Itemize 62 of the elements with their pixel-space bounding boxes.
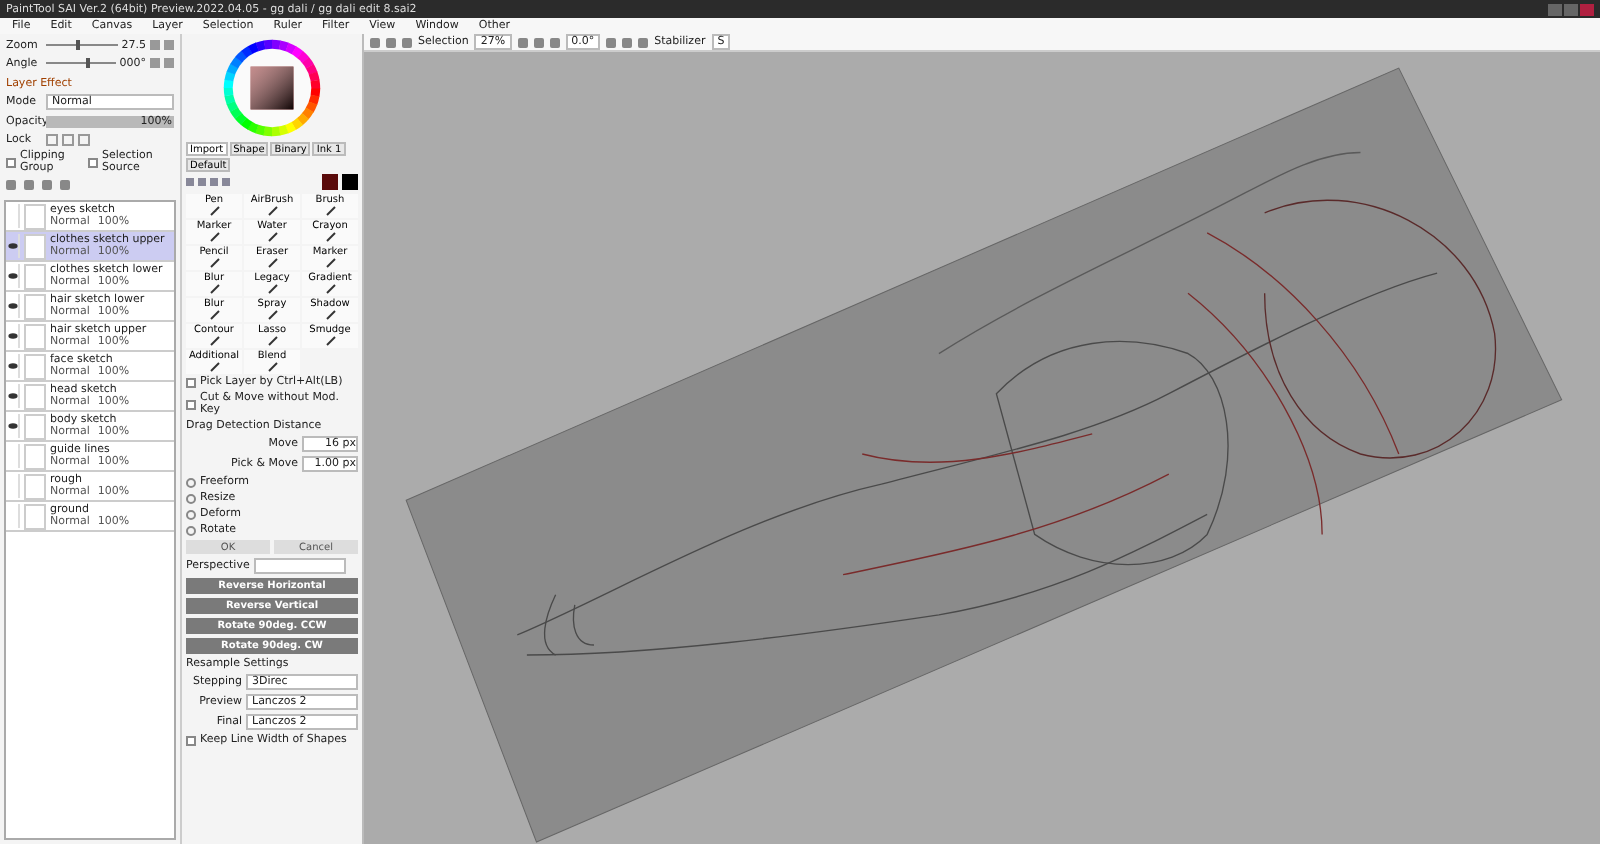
color-swatch[interactable] bbox=[322, 174, 338, 190]
checkbox[interactable] bbox=[186, 399, 196, 409]
layer-thumbnail bbox=[24, 353, 46, 379]
pen-icon bbox=[325, 206, 335, 216]
color-swatch[interactable] bbox=[342, 174, 358, 190]
visibility-toggle[interactable] bbox=[6, 294, 20, 318]
visibility-toggle[interactable] bbox=[6, 324, 20, 348]
pen-icon bbox=[325, 310, 335, 320]
eye-icon bbox=[7, 392, 17, 400]
layer-thumbnail bbox=[24, 443, 46, 469]
layer-thumbnail bbox=[24, 413, 46, 439]
close-button[interactable] bbox=[1580, 3, 1594, 15]
checkbox[interactable] bbox=[186, 377, 196, 387]
eye-icon bbox=[7, 302, 17, 310]
layer-thumbnail bbox=[24, 473, 46, 499]
slider-thumb[interactable] bbox=[85, 58, 90, 68]
radio-button[interactable] bbox=[186, 477, 196, 487]
layer-thumbnail bbox=[24, 293, 46, 319]
color-wheel[interactable] bbox=[222, 38, 322, 138]
checkbox[interactable] bbox=[186, 735, 196, 745]
visibility-toggle[interactable] bbox=[6, 264, 20, 288]
pen-icon bbox=[267, 310, 277, 320]
eye-icon bbox=[7, 362, 17, 370]
checkbox[interactable] bbox=[6, 157, 16, 167]
layer-thumbnail bbox=[24, 323, 46, 349]
radio-button[interactable] bbox=[186, 493, 196, 503]
pen-icon bbox=[209, 284, 219, 294]
pen-icon bbox=[209, 310, 219, 320]
pen-icon bbox=[325, 336, 335, 346]
eye-icon bbox=[7, 272, 17, 280]
pen-icon bbox=[267, 284, 277, 294]
pen-icon bbox=[267, 206, 277, 216]
visibility-toggle[interactable] bbox=[6, 234, 20, 258]
layer-thumbnail bbox=[24, 503, 46, 529]
eye-icon bbox=[7, 422, 17, 430]
pen-icon bbox=[267, 362, 277, 372]
layer-thumbnail bbox=[24, 233, 46, 259]
pen-icon bbox=[267, 336, 277, 346]
radio-button[interactable] bbox=[186, 525, 196, 535]
visibility-toggle[interactable] bbox=[6, 384, 20, 408]
slider-thumb[interactable] bbox=[76, 40, 81, 50]
layer-thumbnail bbox=[24, 383, 46, 409]
pen-icon bbox=[267, 258, 277, 268]
perspective-dropdown[interactable] bbox=[253, 558, 346, 574]
visibility-toggle[interactable] bbox=[6, 354, 20, 378]
visibility-toggle[interactable] bbox=[6, 414, 20, 438]
eye-icon bbox=[7, 332, 17, 340]
pen-icon bbox=[209, 232, 219, 242]
checkbox[interactable] bbox=[88, 157, 98, 167]
layer-thumbnail bbox=[24, 263, 46, 289]
eye-icon bbox=[7, 242, 17, 250]
minimize-button[interactable] bbox=[1548, 3, 1562, 15]
pen-icon bbox=[325, 284, 335, 294]
pen-icon bbox=[209, 362, 219, 372]
maximize-button[interactable] bbox=[1564, 3, 1578, 15]
pen-icon bbox=[209, 258, 219, 268]
radio-button[interactable] bbox=[186, 509, 196, 519]
pen-icon bbox=[267, 232, 277, 242]
pen-icon bbox=[325, 258, 335, 268]
pen-icon bbox=[209, 206, 219, 216]
pen-icon bbox=[209, 336, 219, 346]
pen-icon bbox=[325, 232, 335, 242]
